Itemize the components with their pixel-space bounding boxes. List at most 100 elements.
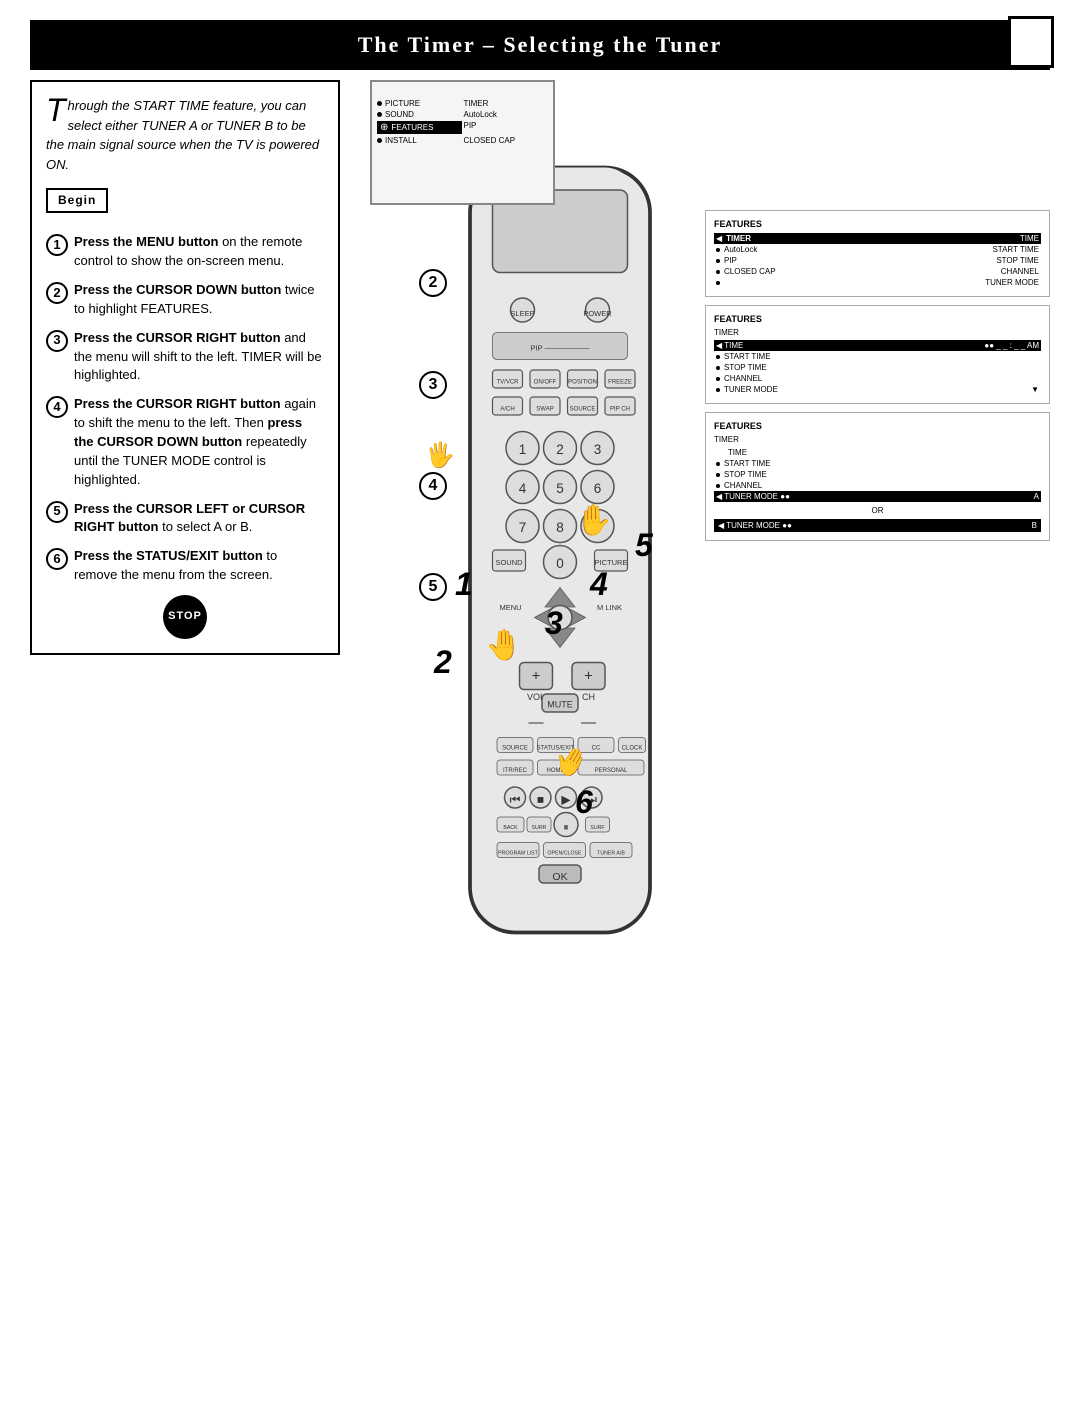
- drop-cap: T: [46, 96, 66, 125]
- svg-text:SLEEP: SLEEP: [510, 309, 534, 318]
- screen-1-row-timer: ◀ TIMER TIME: [714, 233, 1041, 244]
- svg-text:3: 3: [594, 442, 602, 457]
- step-4: 4 Press the CURSOR RIGHT button again to…: [46, 395, 324, 489]
- step-4-number: 4: [46, 396, 68, 418]
- svg-text:⏮: ⏮: [510, 793, 521, 807]
- screen-box-1: FEATURES ◀ TIMER TIME AutoLock START TIM…: [705, 210, 1050, 297]
- svg-text:5: 5: [556, 481, 564, 496]
- large-step-6: 6: [575, 784, 593, 821]
- svg-text:+: +: [584, 668, 593, 685]
- menu-item-sound: SOUND: [377, 110, 462, 119]
- screen-2-row-starttime: START TIME: [714, 351, 1041, 362]
- step-5-text: Press the CURSOR LEFT or CURSOR RIGHT bu…: [74, 500, 324, 538]
- svg-text:4: 4: [519, 481, 527, 496]
- step-2-text: Press the CURSOR DOWN button twice to hi…: [74, 281, 324, 319]
- screen-2-row-time: ◀ TIME ●● _ _ : _ _ AM: [714, 340, 1041, 351]
- step-5-number: 5: [46, 501, 68, 523]
- menu-item-picture: PICTURE: [377, 99, 462, 108]
- hand-right: 🤚: [575, 503, 612, 538]
- svg-text:A/CH: A/CH: [500, 407, 514, 413]
- hand-left: 🤚: [485, 628, 522, 663]
- svg-text:0: 0: [556, 556, 564, 571]
- menu-item-closedcap-col: CLOSED CAP: [464, 136, 549, 145]
- svg-text:CH: CH: [582, 692, 595, 702]
- step-indicator-2: 2: [419, 269, 447, 297]
- menu-item-install: INSTALL: [377, 136, 462, 145]
- screen-box-2: FEATURES TIMER ◀ TIME ●● _ _ : _ _ AM ST…: [705, 305, 1050, 404]
- svg-text:SWAP: SWAP: [536, 407, 553, 413]
- svg-text:7: 7: [519, 520, 527, 535]
- hand-step-1: 🖐: [425, 441, 455, 470]
- remote-control-illustration: SLEEP POWER PIP —————— TV/VCR ON/OFF POS…: [410, 160, 710, 940]
- svg-text:ON/OFF: ON/OFF: [534, 380, 557, 386]
- header-decoration-box: [1008, 16, 1054, 68]
- svg-text:SOURCE: SOURCE: [570, 407, 596, 413]
- tuner-b-row: ◀ TUNER MODE ●● B: [714, 519, 1041, 532]
- svg-text:BACK: BACK: [503, 825, 518, 831]
- step-6-number: 6: [46, 548, 68, 570]
- screen-box-3: FEATURES TIMER ▲ TIME START TIME STOP TI…: [705, 412, 1050, 541]
- step-6: 6 Press the STATUS/EXIT button to remove…: [46, 547, 324, 585]
- screen-1-title: FEATURES: [714, 219, 1041, 229]
- menu-item-features-highlighted: ⊕ FEATURES: [377, 121, 462, 134]
- menu-item-autolock-col: AutoLock: [464, 110, 549, 119]
- svg-text:1: 1: [519, 442, 527, 457]
- svg-text:—: —: [581, 714, 596, 731]
- screen-3-subtitle: TIMER: [714, 435, 1041, 444]
- page-title: The Timer – Selecting the Tuner: [30, 20, 1050, 70]
- step-3-number: 3: [46, 330, 68, 352]
- svg-text:M LINK: M LINK: [597, 603, 622, 612]
- screen-3-row-stoptime: STOP TIME: [714, 469, 1041, 480]
- svg-text:SOUND: SOUND: [495, 558, 523, 567]
- svg-text:⏸: ⏸: [563, 822, 568, 834]
- step-6-text: Press the STATUS/EXIT button to remove t…: [74, 547, 324, 585]
- svg-text:TUNER A/B: TUNER A/B: [597, 851, 625, 857]
- step-indicator-3: 3: [419, 371, 447, 399]
- svg-text:SURF: SURF: [590, 825, 604, 831]
- step-1-number: 1: [46, 234, 68, 256]
- step-indicator-4: 4: [419, 472, 447, 500]
- svg-text:MUTE: MUTE: [547, 700, 573, 710]
- tv-screen-menu: PICTURE TIMER SOUND AutoLock ⊕ FEATURES …: [370, 80, 555, 205]
- instructions-panel: T hrough the START TIME feature, you can…: [30, 80, 340, 655]
- menu-item-timer-col: TIMER: [464, 99, 549, 108]
- screens-panel: FEATURES ◀ TIMER TIME AutoLock START TIM…: [705, 210, 1050, 655]
- diagram-area: PICTURE TIMER SOUND AutoLock ⊕ FEATURES …: [350, 80, 695, 655]
- large-step-5: 5: [635, 527, 653, 564]
- menu-grid: PICTURE TIMER SOUND AutoLock ⊕ FEATURES …: [377, 99, 548, 145]
- svg-text:8: 8: [556, 520, 564, 535]
- begin-badge: Begin: [46, 188, 108, 213]
- intro-text: T hrough the START TIME feature, you can…: [46, 96, 324, 174]
- svg-text:CLOCK: CLOCK: [622, 746, 643, 752]
- step-2: 2 Press the CURSOR DOWN button twice to …: [46, 281, 324, 319]
- svg-text:OPEN/CLOSE: OPEN/CLOSE: [547, 851, 582, 857]
- step-3: 3 Press the CURSOR RIGHT button and the …: [46, 329, 324, 386]
- svg-text:PROGRAM LIST: PROGRAM LIST: [498, 851, 538, 857]
- step-4-text: Press the CURSOR RIGHT button again to s…: [74, 395, 324, 489]
- screen-3-row-channel: CHANNEL: [714, 480, 1041, 491]
- screen-1-row-autolock: AutoLock START TIME: [714, 244, 1041, 255]
- svg-text:—: —: [529, 714, 544, 731]
- screen-1-row-closedcap: CLOSED CAP CHANNEL: [714, 266, 1041, 277]
- svg-text:2: 2: [556, 442, 564, 457]
- svg-text:PERSONAL: PERSONAL: [595, 768, 628, 774]
- menu-item-pip-col: PIP: [464, 121, 549, 134]
- svg-text:PIP CH: PIP CH: [610, 407, 630, 413]
- large-step-2: 2: [434, 644, 452, 681]
- large-step-3: 3: [545, 605, 563, 642]
- screen-3-row-tunermode-a: ◀ TUNER MODE ●● A: [714, 491, 1041, 502]
- intro-body: hrough the START TIME feature, you can s…: [46, 98, 319, 172]
- svg-text:PIP ——————: PIP ——————: [530, 344, 590, 353]
- svg-text:6: 6: [594, 481, 602, 496]
- svg-text:POWER: POWER: [583, 309, 612, 318]
- svg-text:+: +: [532, 668, 541, 685]
- screen-1-row-pip: PIP STOP TIME: [714, 255, 1041, 266]
- svg-text:MENU: MENU: [499, 603, 521, 612]
- screen-3-row-time: ▲ TIME: [714, 447, 1041, 458]
- svg-text:SURR: SURR: [532, 825, 547, 831]
- svg-text:▶: ▶: [561, 793, 571, 807]
- svg-text:ITR/REC: ITR/REC: [503, 768, 528, 774]
- step-3-text: Press the CURSOR RIGHT button and the me…: [74, 329, 324, 386]
- large-step-1: 1: [455, 566, 473, 603]
- screen-2-row-stoptime: STOP TIME: [714, 362, 1041, 373]
